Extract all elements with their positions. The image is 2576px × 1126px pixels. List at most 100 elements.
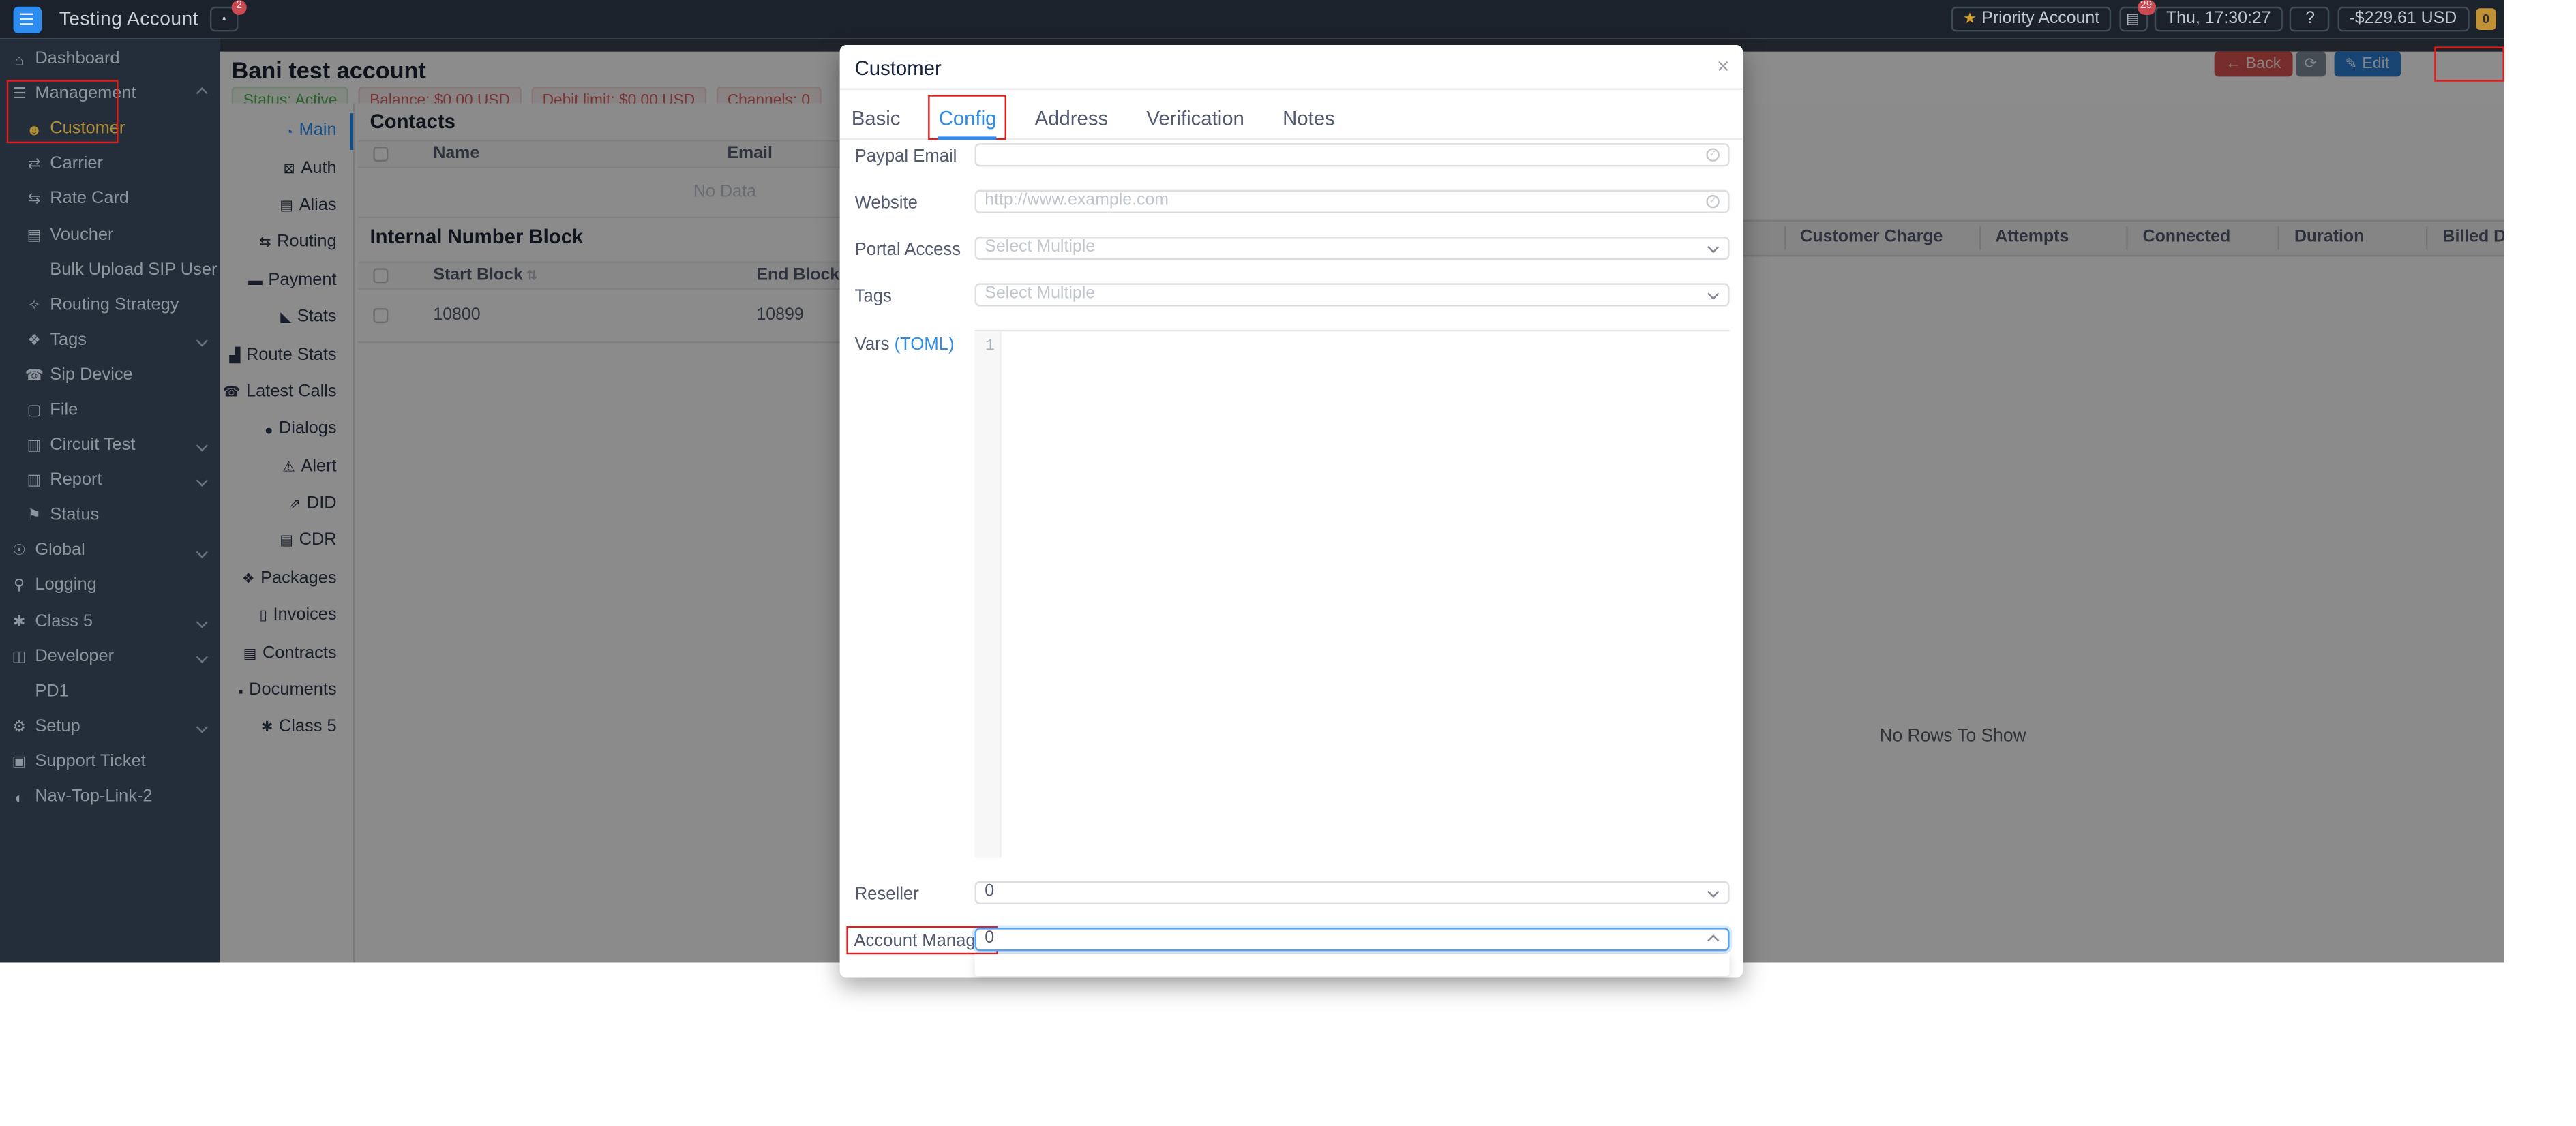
sidebar-item-label: PD1: [35, 682, 68, 701]
sidebar-item-sip-device[interactable]: ☎ Sip Device: [0, 358, 220, 393]
website-placeholder: http://www.example.com: [985, 192, 1169, 211]
modal-tab-basic[interactable]: Basic: [852, 98, 901, 138]
sidebar-item-label: Report: [50, 472, 102, 490]
sidebar-item-label: Rate Card: [50, 191, 129, 209]
star-icon: ★: [1963, 10, 1977, 29]
topbar-right: ★ Priority Account ▤ 29 Thu, 17:30:27 ? …: [1951, 6, 2496, 32]
sidebar-chevron-icon: [196, 89, 207, 100]
close-icon[interactable]: ×: [1717, 51, 1730, 81]
sidebar-item-pd1[interactable]: PD1: [0, 674, 220, 710]
sidebar: ⌂ Dashboard ☰ Management ☻ Customer ⇄ Ca…: [0, 38, 220, 962]
sidebar-item-customer[interactable]: ☻ Customer: [0, 112, 220, 147]
editor-content[interactable]: [1002, 331, 1730, 857]
bell-icon: [222, 12, 226, 27]
modal-tab-address[interactable]: Address: [1035, 98, 1109, 138]
sidebar-item-rate-card[interactable]: ⇆ Rate Card: [0, 182, 220, 217]
sidebar-item-label: Nav-Top-Link-2: [35, 788, 152, 806]
sidebar-item-logging[interactable]: ⚲ Logging: [0, 568, 220, 604]
toml-link[interactable]: (TOML): [895, 335, 955, 354]
vars-toml-editor[interactable]: 1: [975, 330, 1730, 858]
sidebar-item-routing-strategy[interactable]: ✧ Routing Strategy: [0, 288, 220, 323]
reseller-label: Reseller: [855, 885, 919, 904]
sidebar-item-label: Logging: [35, 577, 96, 596]
item-icon: ⌂: [10, 51, 29, 67]
sidebar-item-label: Developer: [35, 648, 114, 666]
paypal-email-label: Paypal Email: [855, 147, 957, 166]
item-icon: ▥: [25, 436, 44, 455]
item-icon: ☰: [10, 85, 29, 104]
item-icon: ▢: [25, 401, 44, 420]
priority-account-label: Priority Account: [1981, 10, 2099, 29]
account-manager-select[interactable]: 0: [975, 928, 1730, 950]
sidebar-item-report[interactable]: ▥ Report: [0, 463, 220, 499]
sidebar-item-label: Global: [35, 542, 85, 560]
item-icon: ☉: [10, 542, 29, 560]
tags-placeholder: Select Multiple: [985, 285, 1095, 303]
modal-tab-label: Notes: [1283, 106, 1335, 130]
sidebar-item-label: Circuit Test: [50, 436, 135, 455]
modal-tab-label: Basic: [852, 106, 901, 130]
sidebar-item-label: Tags: [50, 331, 87, 350]
sidebar-item-management[interactable]: ☰ Management: [0, 77, 220, 112]
sidebar-item-tags[interactable]: ❖ Tags: [0, 322, 220, 358]
item-icon: ⚙: [10, 718, 29, 736]
reseller-value: 0: [985, 883, 994, 902]
sidebar-item-nav-top-link-2[interactable]: ◐ Nav-Top-Link-2: [0, 780, 220, 815]
portal-access-select[interactable]: Select Multiple: [975, 237, 1730, 259]
sidebar-item-label: Class 5: [35, 612, 93, 630]
sidebar-item-class-5[interactable]: ✱ Class 5: [0, 604, 220, 639]
reseller-select[interactable]: 0: [975, 881, 1730, 904]
chevron-down-icon: [1707, 241, 1718, 252]
task-list-button[interactable]: ▤ 29: [2118, 6, 2147, 32]
chevron-up-icon: [1707, 935, 1718, 946]
sidebar-item-carrier[interactable]: ⇄ Carrier: [0, 147, 220, 183]
sidebar-item-global[interactable]: ☉ Global: [0, 534, 220, 569]
sidebar-item-circuit-test[interactable]: ▥ Circuit Test: [0, 428, 220, 463]
balance-display[interactable]: -$229.61 USD: [2337, 6, 2468, 32]
modal-title: Customer: [855, 56, 942, 79]
sidebar-item-file[interactable]: ▢ File: [0, 393, 220, 429]
help-button[interactable]: ?: [2290, 6, 2331, 32]
sidebar-item-dashboard[interactable]: ⌂ Dashboard: [0, 42, 220, 77]
sidebar-item-label: Bulk Upload SIP User: [50, 261, 217, 279]
sidebar-item-voucher[interactable]: ▤ Voucher: [0, 217, 220, 253]
notifications-button[interactable]: 2: [210, 6, 239, 32]
topbar: Testing Account 2 ★ Priority Account ▤ 2…: [0, 0, 2504, 38]
sidebar-item-status[interactable]: ⚑ Status: [0, 498, 220, 534]
avatar[interactable]: 0: [2476, 8, 2496, 30]
sidebar-chevron-icon: [196, 616, 207, 627]
sidebar-item-label: Management: [35, 85, 136, 104]
sidebar-item-label: Setup: [35, 718, 80, 736]
item-icon: ⚲: [10, 577, 29, 596]
website-label: Website: [855, 193, 918, 213]
sidebar-item-bulk-upload-sip-user[interactable]: Bulk Upload SIP User: [0, 252, 220, 288]
item-icon: ▤: [25, 226, 44, 244]
chevron-down-icon: [1707, 288, 1718, 299]
modal-tab-config[interactable]: Config: [939, 98, 997, 138]
portal-access-label: Portal Access: [855, 240, 961, 260]
sidebar-chevron-icon: [196, 651, 207, 662]
item-icon: ✱: [10, 612, 29, 630]
list-icon: ▤: [2126, 10, 2140, 29]
modal-tab-label: Config: [939, 106, 997, 130]
account-manager-dropdown-edge: [975, 954, 1730, 975]
notification-badge: 2: [232, 1, 247, 15]
modal-tab-verification[interactable]: Verification: [1146, 98, 1244, 138]
priority-account-indicator[interactable]: ★ Priority Account: [1951, 6, 2111, 32]
sidebar-item-label: Dashboard: [35, 50, 119, 68]
sidebar-item-setup[interactable]: ⚙ Setup: [0, 709, 220, 744]
paypal-email-input[interactable]: ✓: [975, 143, 1730, 166]
sidebar-item-developer[interactable]: ◫ Developer: [0, 639, 220, 674]
sidebar-chevron-icon: [196, 335, 207, 346]
modal-tab-label: Verification: [1146, 106, 1244, 130]
sidebar-item-support-ticket[interactable]: ▣ Support Ticket: [0, 744, 220, 780]
website-input[interactable]: http://www.example.com ✓: [975, 190, 1730, 213]
item-icon: ☎: [25, 366, 44, 384]
sidebar-chevron-icon: [196, 721, 207, 732]
vars-label: Vars (TOML): [855, 335, 955, 354]
modal-tab-notes[interactable]: Notes: [1283, 98, 1335, 138]
portal-access-placeholder: Select Multiple: [985, 239, 1095, 257]
tags-select[interactable]: Select Multiple: [975, 283, 1730, 305]
hamburger-menu-button[interactable]: [14, 6, 41, 33]
sidebar-item-label: Voucher: [50, 226, 113, 244]
